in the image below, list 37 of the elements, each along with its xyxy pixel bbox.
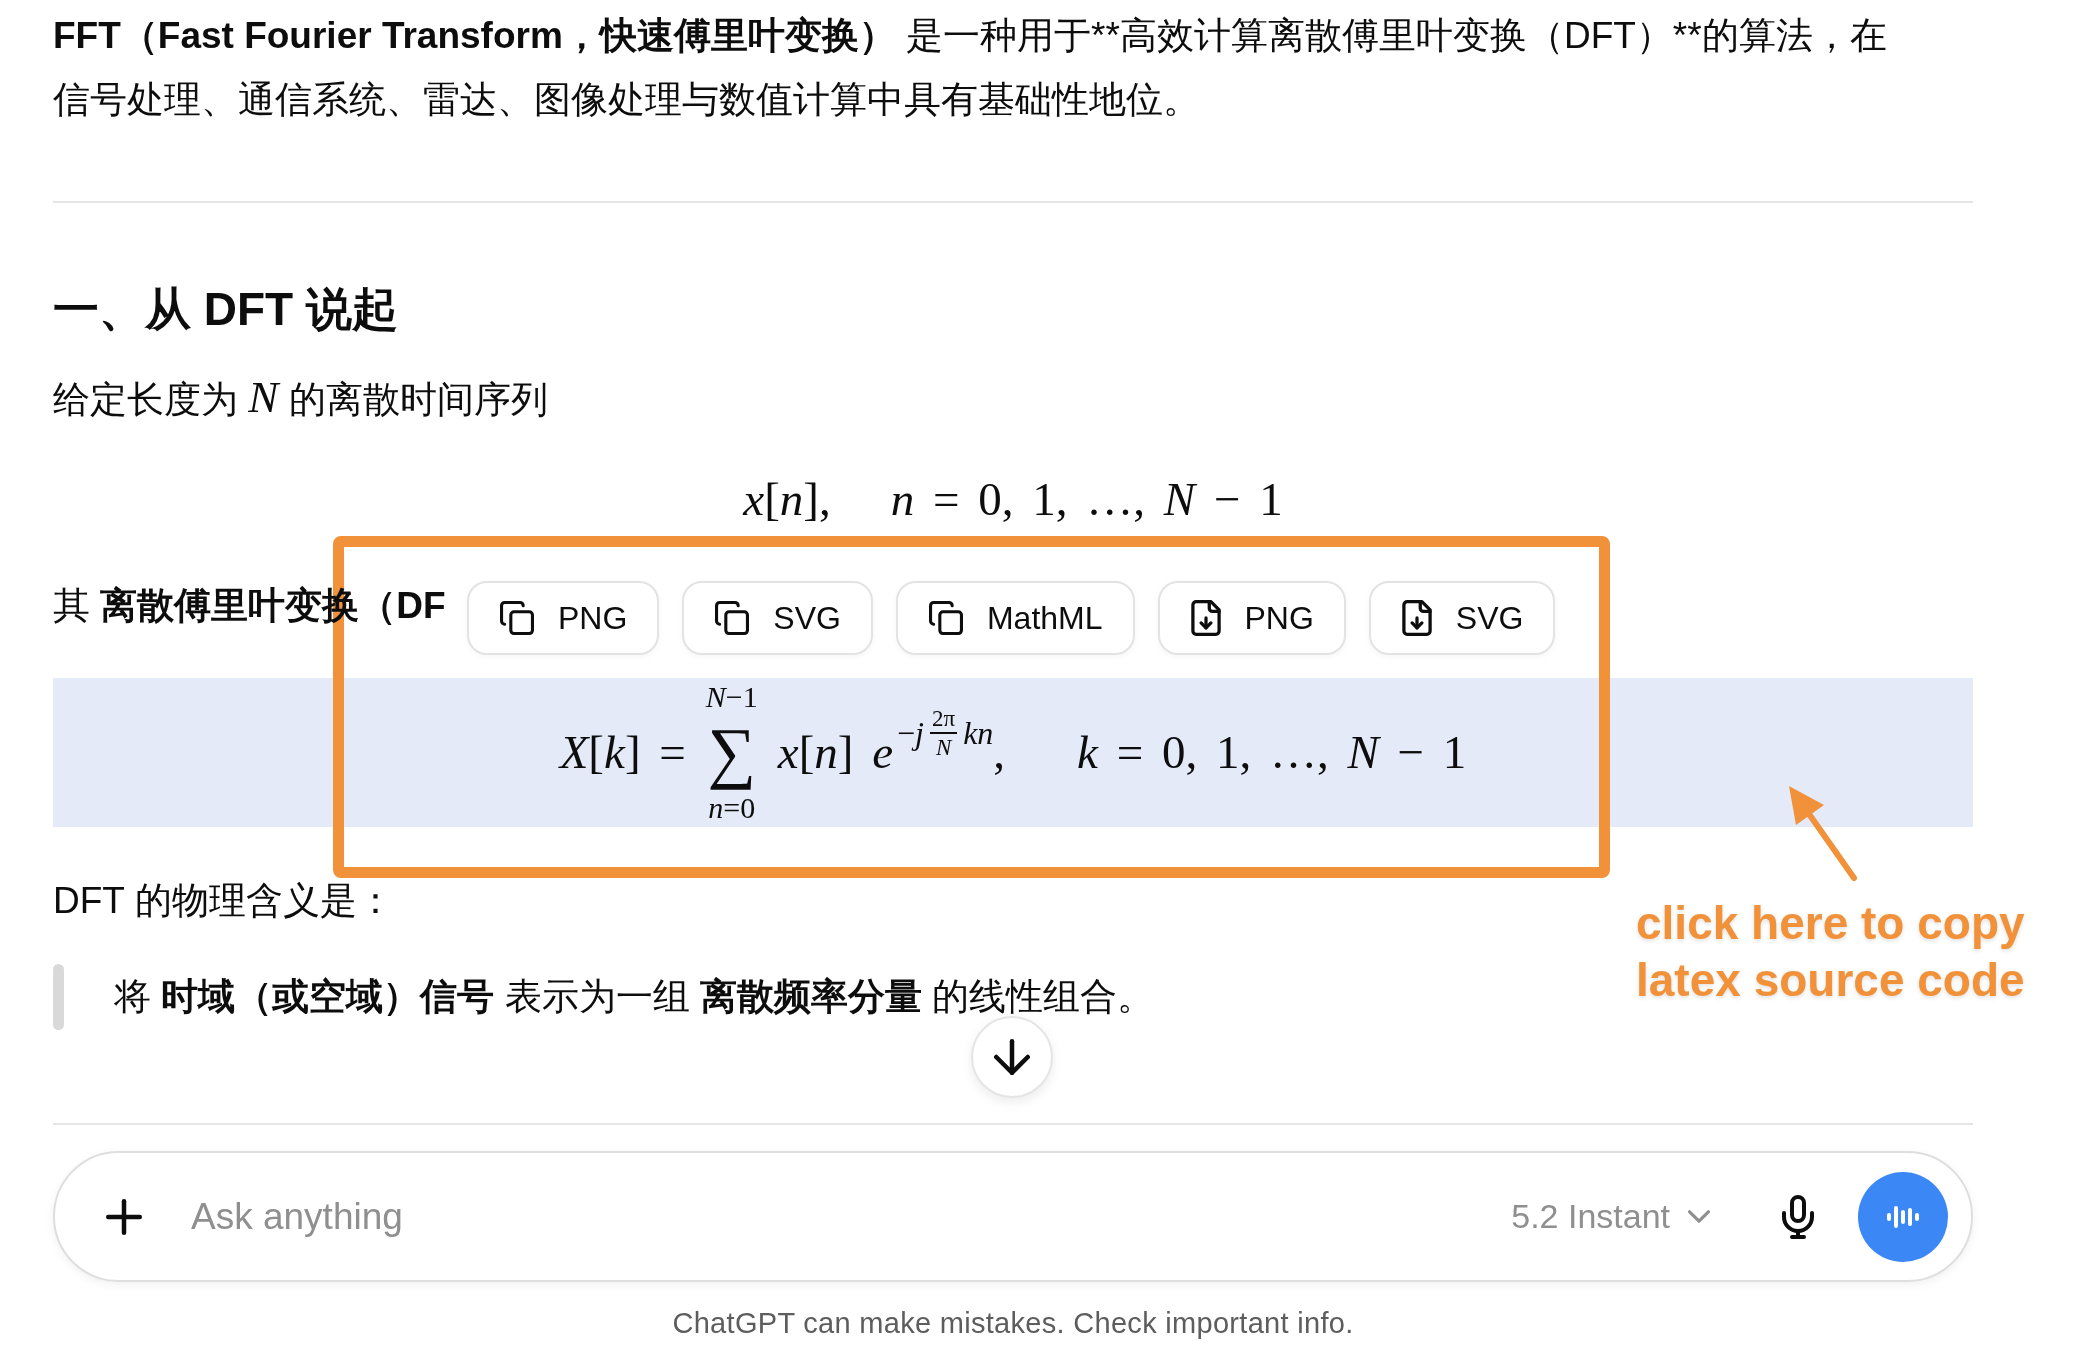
disclaimer-text: ChatGPT can make mistakes. Check important info. [672, 1306, 1354, 1341]
microphone-icon [1782, 1194, 1814, 1239]
copy-button[interactable]: PNG [467, 581, 660, 655]
fraction-denominator: N [935, 733, 952, 759]
plus-icon [106, 1198, 142, 1235]
formula-text: k = 0, 1, …, N − 1 [1077, 729, 1467, 776]
sound-wave-icon [1886, 1203, 1920, 1230]
file-download-icon [1190, 600, 1221, 636]
copy-button[interactable]: SVG [682, 581, 873, 655]
download-button[interactable]: PNG [1157, 581, 1346, 655]
download-button[interactable]: SVG [1368, 581, 1556, 655]
fraction-numerator: 2π [930, 706, 958, 734]
sum-lower-limit: n=0 [708, 793, 756, 824]
paragraph: 给定长度为 N 的离散时间序列 [53, 371, 548, 424]
copy-icon [715, 601, 750, 635]
paragraph: DFT 的物理含义是： [53, 879, 394, 923]
copy-icon [928, 601, 963, 635]
copy-button[interactable]: MathML [895, 581, 1135, 655]
section-heading: 一、从 DFT 说起 [53, 282, 398, 337]
quote-bar [53, 964, 64, 1030]
file-download-icon [1401, 600, 1432, 636]
exponent-text: −j [897, 716, 924, 749]
formula-text: x[n] e [777, 729, 894, 776]
exponent-text: kn [963, 716, 994, 749]
formula-text: X[k] = [559, 729, 686, 776]
add-button[interactable] [105, 1197, 143, 1236]
chevron-down-icon [1688, 1210, 1710, 1223]
intro-paragraph: FFT（Fast Fourier Transform，快速傅里叶变换） 是一种用于**高效计算离散傅里叶变换（DFT）**的算法，在信号处理、通信系统、雷达、图像处理与数值计算中具有基础性地位。 [53, 14, 1888, 122]
annotation-text: click here to copy latex source code [1636, 896, 2026, 1008]
sum-upper-limit: N−1 [705, 681, 758, 712]
formula-text: , [993, 729, 1006, 776]
formula-text: x[n], [743, 475, 831, 523]
message-input[interactable]: Ask anything [191, 1188, 1512, 1245]
quote-text: 将 时域（或空域）信号 表示为一组 离散频率分量 的线性组合。 [114, 976, 1155, 1018]
formula-text: n = 0, 1, …, N − 1 [890, 475, 1283, 523]
copy-icon [500, 601, 534, 635]
sum-symbol: ∑ [707, 712, 756, 792]
